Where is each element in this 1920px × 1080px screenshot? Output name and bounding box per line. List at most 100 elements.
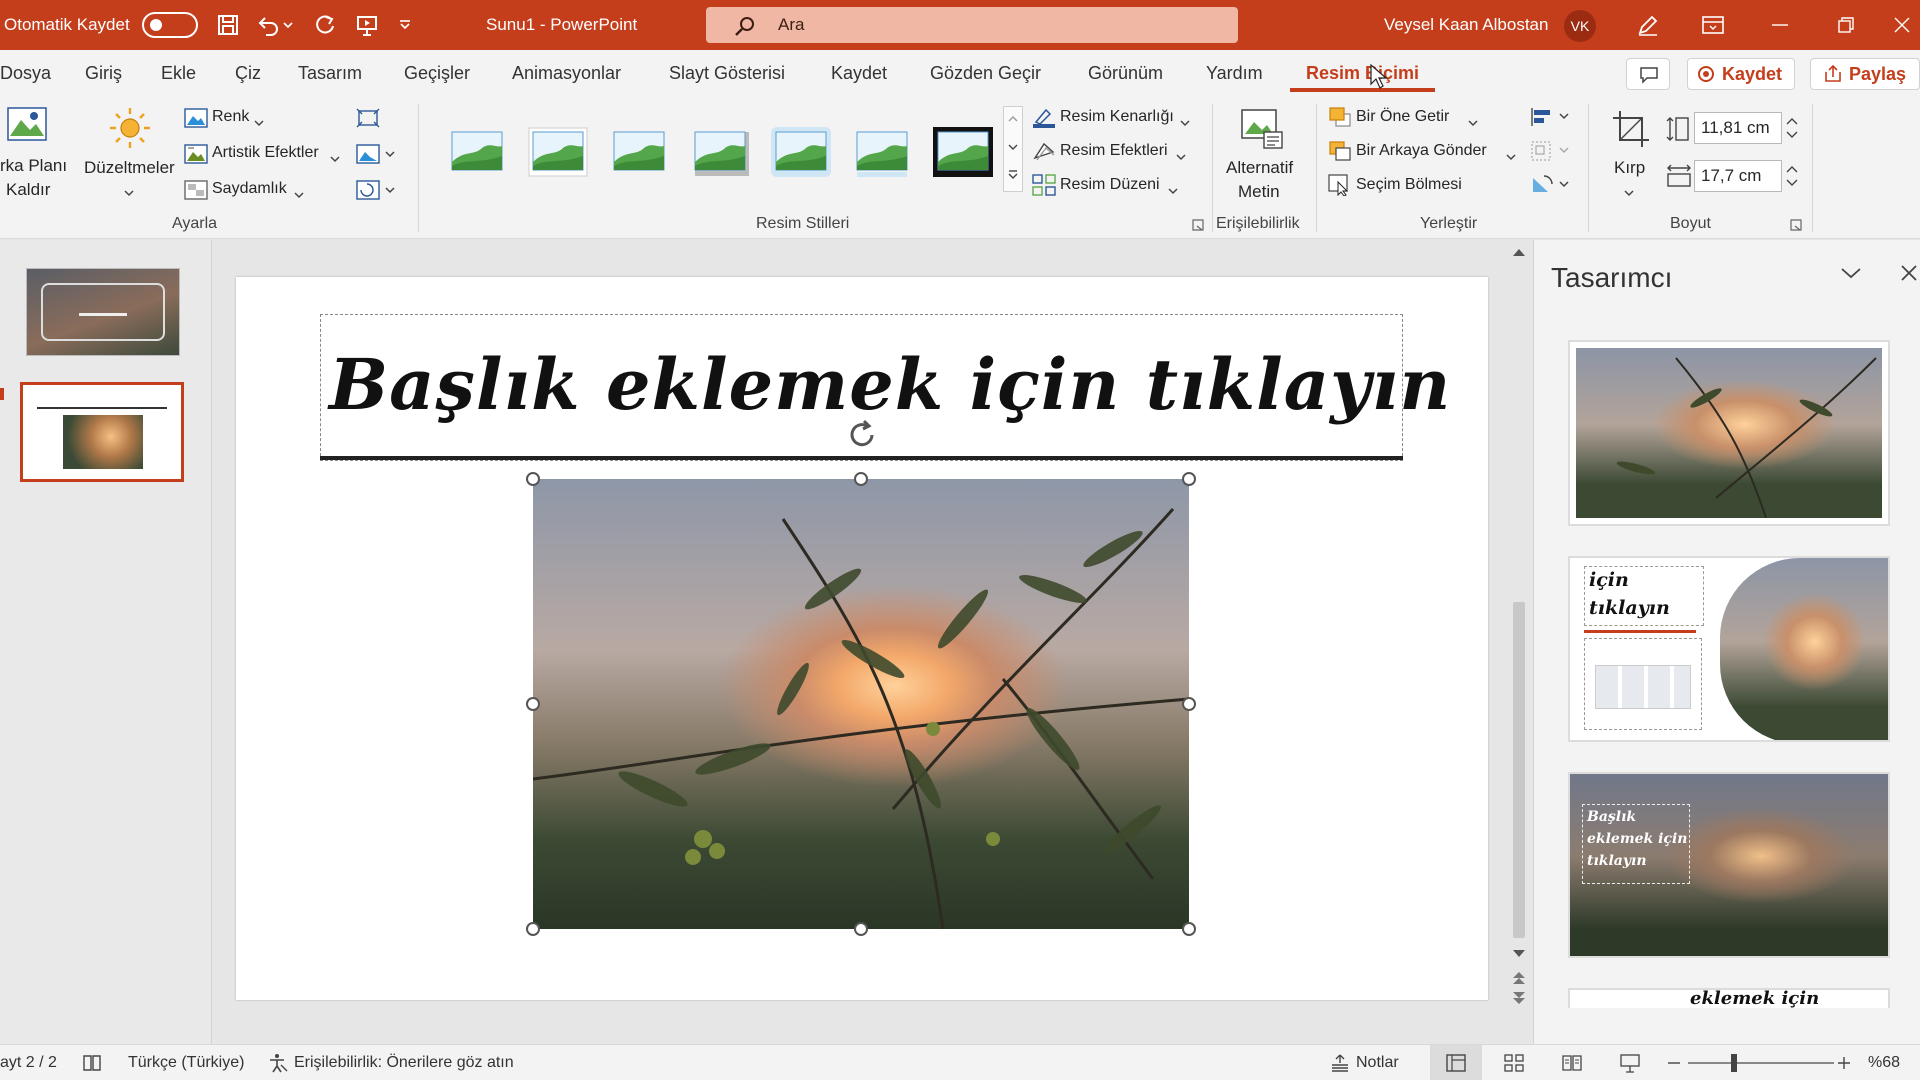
send-backward-dropdown-icon[interactable] [1506, 148, 1516, 166]
resize-handle-bottom-left[interactable] [526, 922, 540, 936]
minimize-icon[interactable] [1752, 0, 1808, 50]
picture-border-button[interactable]: Resim Kenarlığı [1060, 108, 1174, 126]
pen-icon[interactable] [1620, 0, 1676, 50]
picture-style-2[interactable] [527, 126, 589, 178]
design-idea-4[interactable]: eklemek için [1568, 988, 1890, 1008]
width-spinner[interactable] [1782, 160, 1802, 192]
width-input[interactable]: 17,7 cm [1694, 160, 1782, 192]
avatar[interactable]: VK [1564, 10, 1596, 42]
picture-layout-icon[interactable] [1032, 174, 1056, 201]
tab-picture-format[interactable]: Resim Biçimi [1289, 50, 1436, 96]
scroll-thumb[interactable] [1513, 602, 1525, 938]
user-name[interactable]: Veysel Kaan Albostan [1384, 0, 1548, 50]
picture-style-6[interactable] [851, 126, 913, 178]
picture-style-3[interactable] [608, 126, 670, 178]
change-picture-icon[interactable] [356, 144, 396, 169]
design-idea-1[interactable] [1568, 340, 1890, 526]
picture-layout-button[interactable]: Resim Düzeni [1060, 176, 1160, 194]
tab-insert[interactable]: Ekle [161, 50, 196, 96]
tab-file[interactable]: Dosya [0, 50, 51, 96]
size-launcher-icon[interactable] [1790, 218, 1802, 236]
color-dropdown-icon[interactable] [254, 114, 264, 132]
remove-background-icon[interactable] [6, 106, 48, 147]
resize-handle-right[interactable] [1182, 697, 1196, 711]
alt-text-label-1[interactable]: Alternatif [1226, 158, 1293, 178]
remove-background-label-2[interactable]: Kaldır [6, 180, 50, 200]
corrections-dropdown-icon[interactable] [124, 184, 134, 202]
search-box[interactable]: Ara [706, 7, 1238, 43]
color-button[interactable]: Renk [212, 108, 249, 126]
layout-dropdown-icon[interactable] [1168, 182, 1178, 200]
redo-icon[interactable] [310, 10, 340, 40]
format-picture-launcher-icon[interactable] [1192, 218, 1204, 236]
picture-border-icon[interactable] [1032, 106, 1056, 133]
alt-text-label-2[interactable]: Metin [1238, 182, 1280, 202]
effects-dropdown-icon[interactable] [1176, 148, 1186, 166]
tab-record[interactable]: Kaydet [831, 50, 887, 96]
normal-view-button[interactable] [1430, 1045, 1482, 1080]
zoom-slider-thumb[interactable] [1731, 1054, 1737, 1072]
resize-handle-top[interactable] [854, 472, 868, 486]
group-objects-icon[interactable] [1530, 140, 1574, 167]
artistic-effects-icon[interactable] [184, 144, 208, 169]
resize-handle-bottom[interactable] [854, 922, 868, 936]
comments-button[interactable] [1626, 58, 1670, 90]
design-idea-2[interactable]: için tıklayın [1568, 556, 1890, 742]
transparency-dropdown-icon[interactable] [294, 186, 304, 204]
resize-handle-left[interactable] [526, 697, 540, 711]
record-button[interactable]: Kaydet [1687, 58, 1796, 90]
tab-slideshow[interactable]: Slayt Gösterisi [669, 50, 785, 96]
rotate-handle-icon[interactable] [845, 418, 879, 457]
transparency-icon[interactable] [184, 180, 208, 205]
close-icon[interactable] [1884, 0, 1920, 50]
crop-icon[interactable] [1612, 110, 1650, 153]
tab-transitions[interactable]: Geçişler [404, 50, 470, 96]
transparency-button[interactable]: Saydamlık [212, 180, 287, 198]
language-indicator[interactable]: Türkçe (Türkiye) [128, 1045, 244, 1080]
artistic-dropdown-icon[interactable] [330, 150, 340, 168]
resize-handle-top-left[interactable] [526, 472, 540, 486]
compress-pictures-icon[interactable] [356, 108, 380, 133]
crop-label[interactable]: Kırp [1614, 158, 1645, 178]
alt-text-icon[interactable] [1240, 108, 1284, 155]
picture-style-7[interactable] [932, 126, 994, 178]
resize-handle-top-right[interactable] [1182, 472, 1196, 486]
tab-home[interactable]: Giriş [85, 50, 122, 96]
picture-style-4[interactable] [689, 126, 751, 178]
tab-draw[interactable]: Çiz [235, 50, 261, 96]
zoom-slider[interactable] [1688, 1062, 1834, 1064]
bring-forward-button[interactable]: Bir Öne Getir [1356, 108, 1449, 126]
color-icon[interactable] [184, 108, 208, 133]
send-backward-icon[interactable] [1328, 140, 1352, 167]
tab-help[interactable]: Yardım [1206, 50, 1263, 96]
slide-thumbnail-2[interactable] [20, 382, 184, 482]
rotate-icon[interactable] [1530, 174, 1574, 201]
picture-effects-button[interactable]: Resim Efektleri [1060, 142, 1168, 160]
align-icon[interactable] [1530, 106, 1574, 133]
height-spinner[interactable] [1782, 112, 1802, 144]
save-icon[interactable] [213, 10, 243, 40]
gallery-scroll[interactable] [1003, 106, 1023, 192]
bring-forward-dropdown-icon[interactable] [1468, 114, 1478, 132]
vertical-scrollbar[interactable] [1505, 242, 1533, 1012]
title-placeholder-text[interactable]: Başlık eklemek için tıklayın [329, 343, 1451, 426]
reset-picture-icon[interactable] [356, 180, 396, 205]
share-button[interactable]: Paylaş [1810, 58, 1920, 90]
tab-view[interactable]: Görünüm [1088, 50, 1163, 96]
tab-design[interactable]: Tasarım [298, 50, 362, 96]
picture-effects-icon[interactable] [1032, 140, 1056, 167]
tab-animations[interactable]: Animasyonlar [512, 50, 621, 96]
picture-style-1[interactable] [446, 126, 508, 178]
notes-button[interactable]: Notlar [1356, 1045, 1399, 1080]
send-backward-button[interactable]: Bir Arkaya Gönder [1356, 142, 1487, 160]
picture-style-5[interactable] [770, 126, 832, 178]
autosave-toggle[interactable] [142, 12, 198, 38]
tab-review[interactable]: Gözden Geçir [930, 50, 1041, 96]
bring-forward-icon[interactable] [1328, 106, 1352, 133]
corrections-icon[interactable] [108, 106, 152, 155]
resize-handle-bottom-right[interactable] [1182, 922, 1196, 936]
border-dropdown-icon[interactable] [1180, 114, 1190, 132]
selection-pane-icon[interactable] [1328, 174, 1352, 201]
start-slideshow-icon[interactable] [352, 10, 382, 40]
design-idea-3[interactable]: Başlık eklemek için tıklayın [1568, 772, 1890, 958]
